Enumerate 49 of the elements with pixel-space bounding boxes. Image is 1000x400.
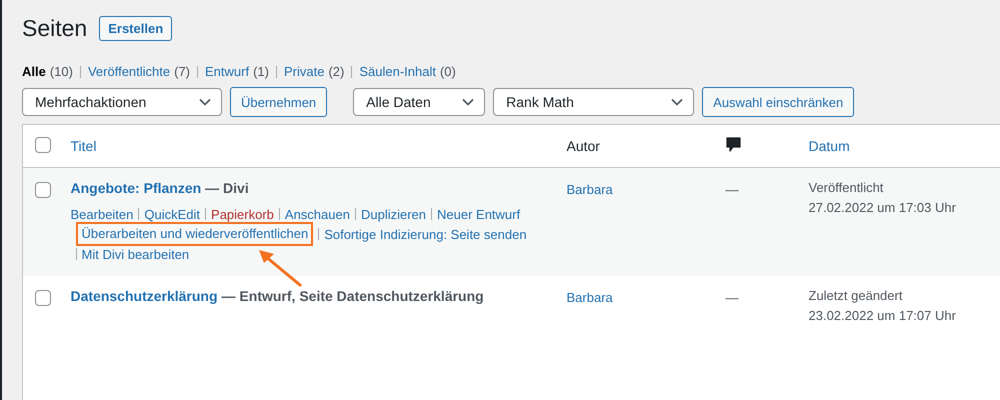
row-action-link[interactable]: Papierkorb xyxy=(211,206,274,222)
select-all-checkbox[interactable] xyxy=(35,136,51,152)
publish-date: 27.02.2022 um 17:03 Uhr xyxy=(808,199,957,217)
chevron-down-icon xyxy=(462,98,474,106)
column-header[interactable]: Datum xyxy=(808,138,850,154)
page-title-link[interactable]: Datenschutzerklärung xyxy=(70,288,218,304)
dropdown[interactable]: Mehrfachaktionen xyxy=(22,88,222,116)
dropdown[interactable]: Rank Math xyxy=(493,88,694,116)
page-state: — Entwurf, Seite Datenschutzerklärung xyxy=(222,288,484,304)
comment-count: — xyxy=(726,182,738,197)
row-checkbox[interactable] xyxy=(35,290,51,306)
filter-count: (2) xyxy=(328,64,344,79)
filter-link[interactable]: Private xyxy=(284,64,324,79)
page-title-link[interactable]: Angebote: Pflanzen xyxy=(70,180,202,196)
filter-count: (1) xyxy=(253,64,269,79)
action-button[interactable]: Übernehmen xyxy=(230,87,328,117)
filter-count: (0) xyxy=(440,64,456,79)
filter-link[interactable]: Alle xyxy=(22,64,46,79)
filter-link[interactable]: Entwurf xyxy=(205,64,250,79)
row-action-link[interactable]: Anschauen xyxy=(284,206,350,222)
publish-date: 23.02.2022 um 17:07 Uhr xyxy=(808,307,957,325)
author-link[interactable]: Barbara xyxy=(566,182,613,197)
column-header[interactable]: Titel xyxy=(70,138,96,154)
row-action-link[interactable]: Neuer Entwurf xyxy=(437,206,520,222)
dropdown[interactable]: Alle Daten xyxy=(353,88,486,116)
action-button[interactable]: Auswahl einschränken xyxy=(702,87,854,117)
row-checkbox[interactable] xyxy=(35,182,51,198)
filter-count: (7) xyxy=(174,64,190,79)
publish-status: Zuletzt geändert xyxy=(808,287,904,305)
column-header: Autor xyxy=(566,138,600,154)
filter-link[interactable]: Veröffentlichte xyxy=(88,64,170,79)
comment-count: — xyxy=(726,290,738,305)
row-action-link[interactable]: QuickEdit xyxy=(144,206,200,222)
arrow-icon xyxy=(256,248,302,288)
author-link[interactable]: Barbara xyxy=(566,290,613,305)
page-title: Seiten xyxy=(22,14,88,43)
row-action-link[interactable]: Sofortige Indizierung: Seite senden xyxy=(324,226,527,242)
comment-icon xyxy=(726,137,740,152)
publish-status: Veröffentlicht xyxy=(808,179,884,197)
row-action-link[interactable]: Mit Divi bearbeiten xyxy=(82,246,190,262)
chevron-down-icon xyxy=(671,98,684,106)
add-new-button[interactable]: Erstellen xyxy=(99,16,172,40)
row-action-link[interactable]: Überarbeiten und wiederveröffentlichen xyxy=(82,226,308,241)
row-action-link[interactable]: Bearbeiten xyxy=(70,206,134,222)
page-state: — Divi xyxy=(205,180,249,196)
chevron-down-icon xyxy=(199,98,211,106)
row-action-link[interactable]: Duplizieren xyxy=(360,206,426,222)
filter-link[interactable]: Säulen-Inhalt xyxy=(359,64,436,79)
filter-count: (10) xyxy=(50,64,73,79)
